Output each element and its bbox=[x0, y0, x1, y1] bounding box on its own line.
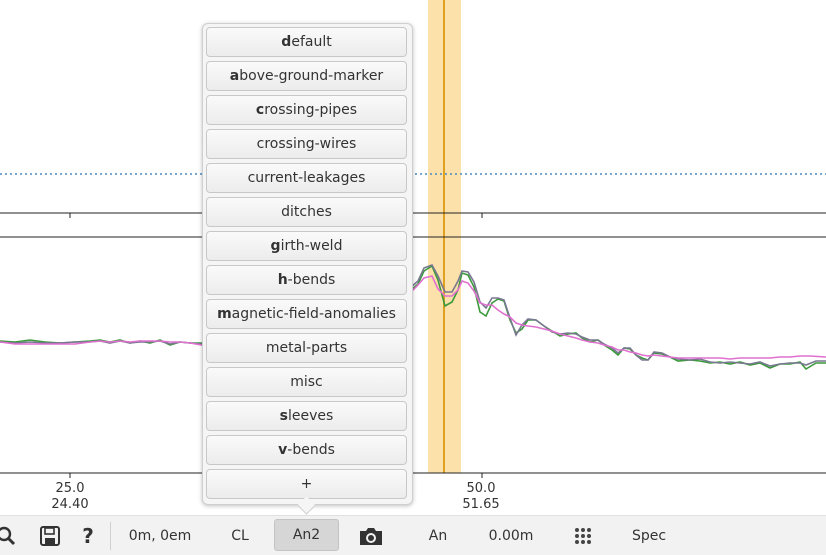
menu-item-label: crossing-wires bbox=[256, 136, 357, 152]
menu-item[interactable]: c rossing-pipes bbox=[206, 95, 407, 125]
menu-item-shortcut: g bbox=[270, 238, 281, 254]
menu-item-label: agnetic-field-anomalies bbox=[231, 306, 396, 322]
menu-item[interactable]: misc bbox=[206, 367, 407, 397]
menu-item[interactable]: d efault bbox=[206, 27, 407, 57]
menu-item-label: -bends bbox=[287, 272, 336, 288]
menu-item[interactable]: h -bends bbox=[206, 265, 407, 295]
menu-item[interactable]: current-leakages bbox=[206, 163, 407, 193]
menu-item[interactable]: v -bends bbox=[206, 435, 407, 465]
x-tick-label-bottom: 51.65 bbox=[462, 497, 500, 512]
separator bbox=[110, 522, 111, 550]
help-button[interactable]: ? bbox=[77, 516, 99, 555]
x-tick-label-bottom: 24.40 bbox=[51, 497, 89, 512]
series-gray bbox=[0, 264, 826, 367]
menu-item-label: leeves bbox=[288, 408, 334, 424]
menu-item-shortcut: s bbox=[279, 408, 289, 424]
menu-item-shortcut: m bbox=[217, 306, 232, 322]
menu-item-label: rossing-pipes bbox=[264, 102, 358, 118]
annotation-type-menu: d efault a bove-ground-marker c rossing-pipes… bbox=[202, 23, 413, 505]
menu-item-label: misc bbox=[290, 374, 323, 390]
menu-item-label: bove-ground-marker bbox=[239, 68, 384, 84]
camera-icon[interactable] bbox=[356, 516, 386, 555]
menu-item-shortcut: a bbox=[229, 68, 240, 84]
save-icon[interactable] bbox=[37, 516, 63, 555]
x-tick-label-top: 25.0 bbox=[55, 481, 85, 496]
menu-item-shortcut: d bbox=[281, 34, 292, 50]
menu-item-label: -bends bbox=[287, 442, 335, 458]
cl-button[interactable]: CL bbox=[222, 516, 258, 555]
spec-button[interactable]: Spec bbox=[624, 516, 674, 555]
menu-item-label: ditches bbox=[281, 204, 332, 220]
signal-plot[interactable]: 25.0 24.40 50.0 51.65 bbox=[0, 0, 826, 515]
menu-item[interactable]: metal-parts bbox=[206, 333, 407, 363]
plot-canvas bbox=[0, 0, 826, 478]
menu-item-label: metal-parts bbox=[265, 340, 348, 356]
menu-item[interactable]: s leeves bbox=[206, 401, 407, 431]
menu-item[interactable]: + bbox=[206, 469, 407, 499]
menu-item-label: efault bbox=[291, 34, 332, 50]
position-readout: 0m, 0em bbox=[128, 527, 192, 544]
menu-item-label: irth-weld bbox=[280, 238, 343, 254]
x-tick-label-top: 50.0 bbox=[466, 481, 496, 496]
menu-item-label: + bbox=[300, 476, 313, 492]
menu-item[interactable]: g irth-weld bbox=[206, 231, 407, 261]
menu-item-shortcut: v bbox=[278, 442, 288, 458]
grid-icon[interactable] bbox=[570, 516, 596, 555]
search-icon[interactable] bbox=[0, 516, 18, 555]
menu-item-shortcut: c bbox=[255, 102, 265, 118]
distance-readout: 0.00m bbox=[488, 527, 534, 544]
menu-item[interactable]: m agnetic-field-anomalies bbox=[206, 299, 407, 329]
menu-item-shortcut: h bbox=[277, 272, 288, 288]
series-green bbox=[0, 264, 826, 371]
menu-item-label: current-leakages bbox=[247, 170, 366, 186]
menu-item[interactable]: ditches bbox=[206, 197, 407, 227]
menu-item[interactable]: crossing-wires bbox=[206, 129, 407, 159]
an2-button[interactable]: An2 bbox=[274, 519, 339, 551]
an-button[interactable]: An bbox=[420, 516, 456, 555]
bottom-toolbar: ? 0m, 0em CL An2 An 0.00m Spec bbox=[0, 515, 826, 555]
menu-item[interactable]: a bove-ground-marker bbox=[206, 61, 407, 91]
